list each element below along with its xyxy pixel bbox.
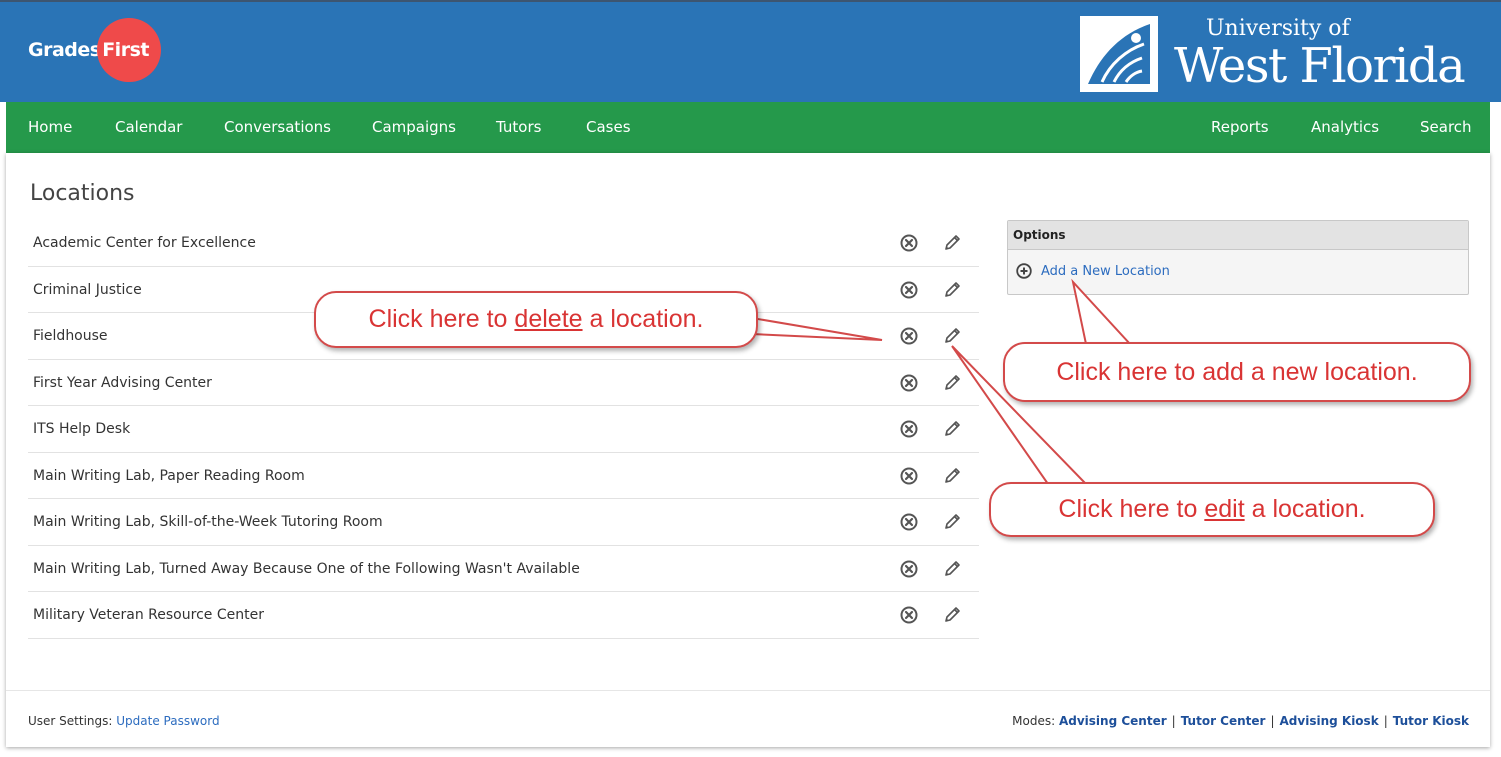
nav-search[interactable]: Search — [1420, 102, 1472, 153]
nav-reports[interactable]: Reports — [1211, 102, 1269, 153]
circle-x-icon[interactable] — [900, 560, 918, 578]
location-row: Main Writing Lab, Paper Reading Room — [28, 453, 979, 499]
circle-x-icon[interactable] — [900, 234, 918, 252]
nav-campaigns[interactable]: Campaigns — [372, 102, 456, 153]
pencil-icon[interactable] — [943, 605, 962, 624]
delete-callout-prefix: Click here to — [368, 305, 508, 333]
footer-divider — [6, 690, 1490, 691]
logo-word-first: First — [102, 39, 149, 61]
delete-callout: Click here to delete a location. — [314, 291, 758, 348]
university-logo: University of West Florida — [1078, 14, 1473, 96]
content-panel: Locations Academic Center for Excellence… — [6, 153, 1490, 747]
location-name: Military Veteran Resource Center — [33, 607, 264, 623]
pencil-icon[interactable] — [943, 466, 962, 485]
edit-callout-keyword: edit — [1204, 495, 1245, 523]
circle-x-icon[interactable] — [900, 420, 918, 438]
pencil-icon[interactable] — [943, 559, 962, 578]
page-title: Locations — [30, 181, 135, 206]
location-name: Fieldhouse — [33, 328, 108, 344]
gradesfirst-logo[interactable]: Grades First — [28, 18, 161, 82]
modes-label: Modes: — [1012, 714, 1056, 728]
circle-x-icon[interactable] — [900, 606, 918, 624]
nav-calendar[interactable]: Calendar — [115, 102, 182, 153]
nav-conversations[interactable]: Conversations — [224, 102, 331, 153]
circle-x-icon[interactable] — [900, 327, 918, 345]
circle-x-icon[interactable] — [900, 281, 918, 299]
mode-advising-center-link[interactable]: Advising Center — [1059, 714, 1167, 728]
circle-x-icon[interactable] — [900, 374, 918, 392]
locations-list: Academic Center for Excellence Criminal … — [28, 220, 979, 639]
options-panel: Options Add a New Location — [1007, 220, 1469, 295]
pencil-icon[interactable] — [943, 233, 962, 252]
edit-callout: Click here to edit a location. — [989, 482, 1435, 537]
edit-callout-prefix: Click here to — [1058, 495, 1198, 523]
logo-word-grades: Grades — [28, 39, 101, 61]
mode-tutor-center-link[interactable]: Tutor Center — [1181, 714, 1266, 728]
location-name: Academic Center for Excellence — [33, 235, 256, 251]
west-florida-text: West Florida — [1174, 38, 1466, 94]
logo-red-circle: First — [96, 18, 161, 82]
location-row: Main Writing Lab, Turned Away Because On… — [28, 546, 979, 592]
location-name: ITS Help Desk — [33, 421, 131, 437]
location-name: Main Writing Lab, Turned Away Because On… — [33, 560, 580, 577]
location-row: ITS Help Desk — [28, 406, 979, 453]
circle-x-icon[interactable] — [900, 467, 918, 485]
mode-tutor-kiosk-link[interactable]: Tutor Kiosk — [1393, 714, 1469, 728]
circle-x-icon[interactable] — [900, 513, 918, 531]
header-top-border — [0, 0, 1501, 2]
nav-cases[interactable]: Cases — [586, 102, 631, 153]
mode-separator: | — [1171, 714, 1176, 728]
pencil-icon[interactable] — [943, 326, 962, 345]
user-settings-label: User Settings: — [28, 714, 113, 728]
nautilus-shell-icon — [1080, 16, 1158, 92]
options-header: Options — [1008, 221, 1468, 250]
edit-callout-suffix: a location. — [1251, 495, 1366, 523]
nav-home[interactable]: Home — [28, 102, 72, 153]
nav-tutors[interactable]: Tutors — [496, 102, 541, 153]
footer-user-settings: User Settings: Update Password — [28, 714, 220, 728]
location-name: Main Writing Lab, Paper Reading Room — [33, 467, 305, 484]
mode-advising-kiosk-link[interactable]: Advising Kiosk — [1280, 714, 1379, 728]
pencil-icon[interactable] — [943, 280, 962, 299]
add-callout: Click here to add a new location. — [1003, 342, 1471, 402]
update-password-link[interactable]: Update Password — [116, 714, 219, 728]
mode-separator: | — [1383, 714, 1388, 728]
circle-plus-icon — [1016, 263, 1032, 279]
app-header: Grades First University of West Florida — [0, 0, 1501, 102]
location-row: Academic Center for Excellence — [28, 220, 979, 267]
delete-callout-keyword: delete — [514, 305, 583, 333]
nav-analytics[interactable]: Analytics — [1311, 102, 1379, 153]
location-row: Military Veteran Resource Center — [28, 592, 979, 639]
mode-separator: | — [1270, 714, 1275, 728]
add-location-label: Add a New Location — [1041, 263, 1170, 279]
delete-callout-suffix: a location. — [589, 305, 704, 333]
location-row: First Year Advising Center — [28, 360, 979, 406]
location-row: Main Writing Lab, Skill-of-the-Week Tuto… — [28, 499, 979, 546]
location-name: First Year Advising Center — [33, 374, 212, 391]
footer-modes: Modes: Advising Center | Tutor Center | Advi… — [1012, 714, 1469, 728]
add-location-link[interactable]: Add a New Location — [1016, 263, 1170, 279]
add-callout-text: Click here to add a new location. — [1056, 357, 1418, 386]
location-name: Main Writing Lab, Skill-of-the-Week Tuto… — [33, 514, 383, 530]
pencil-icon[interactable] — [943, 419, 962, 438]
pencil-icon[interactable] — [943, 512, 962, 531]
main-nav: Home Calendar Conversations Campaigns Tu… — [6, 102, 1490, 153]
location-name: Criminal Justice — [33, 281, 142, 298]
pencil-icon[interactable] — [943, 373, 962, 392]
